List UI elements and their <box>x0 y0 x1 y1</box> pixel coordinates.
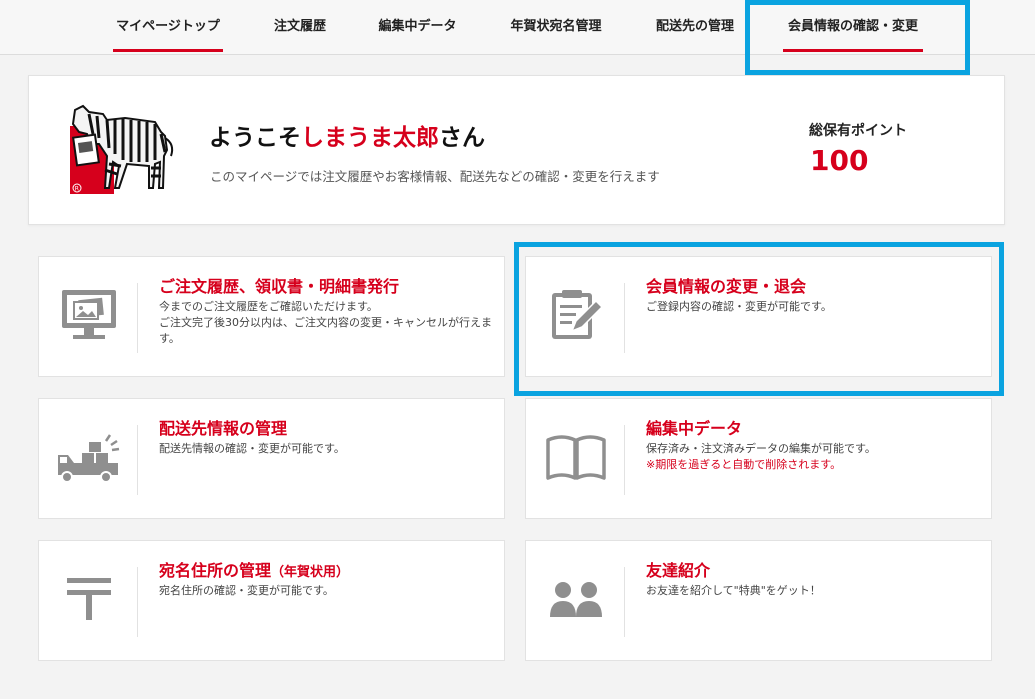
card-divider <box>137 567 138 637</box>
welcome-panel: R ようこそしまうま太郎さん このマイページでは注文履歴やお客様情報、配送先など… <box>28 75 1005 225</box>
desc-line: 今までのご注文履歴をご確認いただけます。 <box>159 300 378 313</box>
points-value: 100 <box>810 144 869 177</box>
card-order-history[interactable]: ご注文履歴、領収書・明細書発行 今までのご注文履歴をご確認いただけます。 ご注文… <box>38 256 505 377</box>
card-title: 編集中データ <box>646 419 743 438</box>
tab-label: 配送先の管理 <box>655 19 734 34</box>
user-name: しまうま太郎 <box>301 125 439 151</box>
card-address[interactable]: 宛名住所の管理（年賀状用） 宛名住所の確認・変更が可能です。 <box>38 540 505 661</box>
card-title: 会員情報の変更・退会 <box>646 277 807 296</box>
tab-label: 編集中データ <box>378 19 457 34</box>
card-shipping[interactable]: 配送先情報の管理 配送先情報の確認・変更が可能です。 <box>38 398 505 519</box>
tab-nenga-address[interactable]: 年賀状宛名管理 <box>505 0 607 54</box>
warning-note: ※期限を過ぎると自動で削除されます。 <box>646 458 842 471</box>
top-nav: マイページトップ 注文履歴 編集中データ 年賀状宛名管理 配送先の管理 会員情報… <box>0 0 1035 55</box>
tab-mypage-top[interactable]: マイページトップ <box>113 0 223 54</box>
welcome-prefix: ようこそ <box>209 125 301 151</box>
tab-label: マイページトップ <box>116 19 220 34</box>
card-title: ご注文履歴、領収書・明細書発行 <box>159 277 400 296</box>
card-divider <box>624 567 625 637</box>
tab-shipping[interactable]: 配送先の管理 <box>651 0 739 54</box>
card-divider <box>137 283 138 353</box>
card-title: 友達紹介 <box>646 561 711 580</box>
card-description: 配送先情報の確認・変更が可能です。 <box>159 441 494 457</box>
zebra-logo: R <box>69 104 181 196</box>
two-people-icon <box>540 563 612 635</box>
card-divider <box>137 425 138 495</box>
tab-label: 年賀状宛名管理 <box>510 19 602 34</box>
delivery-truck-icon <box>53 421 125 493</box>
desc-line: ご登録内容の確認・変更が可能です。 <box>646 300 832 313</box>
edit-document-icon <box>540 279 612 351</box>
title-main: 宛名住所の管理 <box>159 561 272 580</box>
tab-label: 会員情報の確認・変更 <box>787 19 918 34</box>
monitor-image-icon <box>53 279 125 351</box>
tab-label: 注文履歴 <box>273 19 326 34</box>
card-title: 配送先情報の管理 <box>159 419 288 438</box>
card-referral[interactable]: 友達紹介 お友達を紹介して"特典"をゲット！ <box>525 540 992 661</box>
tab-underline <box>783 49 923 52</box>
title-sub: （年賀状用） <box>271 565 350 580</box>
welcome-subtitle: このマイページでは注文履歴やお客様情報、配送先などの確認・変更を行えます <box>210 169 660 184</box>
tab-order-history[interactable]: 注文履歴 <box>270 0 330 54</box>
card-description: 保存済み・注文済みデータの編集が可能です。 ※期限を過ぎると自動で削除されます。 <box>646 441 981 473</box>
tab-editing-data[interactable]: 編集中データ <box>375 0 460 54</box>
card-description: 宛名住所の確認・変更が可能です。 <box>159 583 494 599</box>
open-book-icon <box>540 421 612 493</box>
card-description: 今までのご注文履歴をご確認いただけます。 ご注文完了後30分以内は、ご注文内容の… <box>159 299 494 347</box>
card-member-info[interactable]: 会員情報の変更・退会 ご登録内容の確認・変更が可能です。 <box>525 256 992 377</box>
card-editing-data[interactable]: 編集中データ 保存済み・注文済みデータの編集が可能です。 ※期限を過ぎると自動で… <box>525 398 992 519</box>
card-divider <box>624 425 625 495</box>
card-title: 宛名住所の管理（年賀状用） <box>159 557 349 581</box>
welcome-suffix: さん <box>439 125 485 151</box>
desc-line: お友達を紹介して"特典"をゲット！ <box>646 584 821 597</box>
card-description: お友達を紹介して"特典"をゲット！ <box>646 583 981 599</box>
postal-mark-icon <box>53 563 125 635</box>
welcome-heading: ようこそしまうま太郎さん <box>209 118 485 152</box>
desc-line: 保存済み・注文済みデータの編集が可能です。 <box>646 442 876 455</box>
desc-line: ご注文完了後30分以内は、ご注文内容の変更・キャンセルが行えます。 <box>159 316 492 345</box>
tab-member-info[interactable]: 会員情報の確認・変更 <box>783 0 923 54</box>
svg-text:R: R <box>75 185 79 192</box>
desc-line: 宛名住所の確認・変更が可能です。 <box>159 584 334 597</box>
active-tab-underline <box>113 49 223 52</box>
desc-line: 配送先情報の確認・変更が可能です。 <box>159 442 345 455</box>
card-description: ご登録内容の確認・変更が可能です。 <box>646 299 981 315</box>
points-label: 総保有ポイント <box>809 123 907 139</box>
card-divider <box>624 283 625 353</box>
